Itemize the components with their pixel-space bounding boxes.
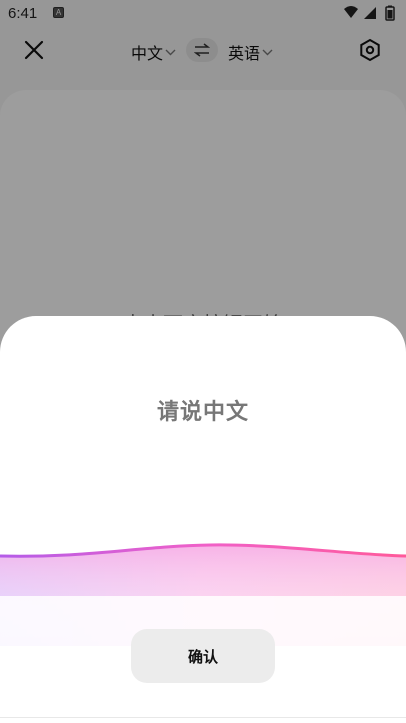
voice-prompt: 请说中文: [156, 400, 249, 425]
bottom-divider: [0, 717, 406, 718]
voice-input-sheet: 请说中文 确认: [0, 316, 406, 723]
confirm-button[interactable]: 确认: [131, 629, 275, 683]
